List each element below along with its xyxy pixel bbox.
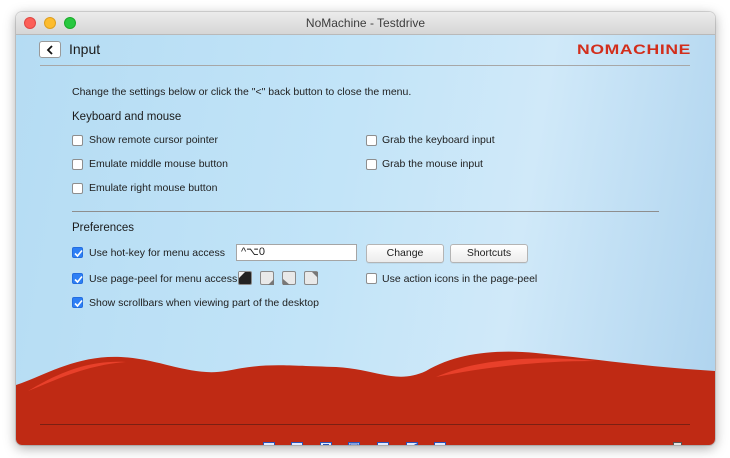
scrollbars-checkbox[interactable]: [72, 297, 83, 308]
grab-mouse-label: Grab the mouse input: [382, 158, 483, 170]
show-remote-cursor-checkbox[interactable]: [72, 135, 83, 146]
keyboard-mouse-heading: Keyboard and mouse: [72, 111, 182, 123]
page-peel-top-left-icon: [239, 272, 245, 278]
checkmark-icon: [74, 299, 83, 308]
page-peel-bottom-right-icon: [268, 279, 274, 285]
resize-icon[interactable]: [348, 442, 360, 445]
pagepeel-checkbox[interactable]: [72, 273, 83, 284]
settings-display-icon[interactable]: [434, 442, 448, 445]
display-all-icon[interactable]: [263, 442, 275, 445]
action-icons-label: Use action icons in the page-peel: [382, 273, 538, 285]
peel-top-left-option[interactable]: [238, 271, 252, 285]
title-bar: NoMachine - Testdrive: [16, 12, 715, 35]
toolbar-divider: [40, 424, 690, 425]
input-settings-panel: Input NOMACHINE Change the settings belo…: [16, 35, 715, 445]
checkmark-icon: [74, 249, 83, 258]
grab-keyboard-label: Grab the keyboard input: [382, 134, 495, 146]
preferences-heading: Preferences: [72, 222, 135, 234]
shortcuts-button[interactable]: Shortcuts: [450, 244, 528, 263]
peel-bottom-right-option[interactable]: [260, 271, 274, 285]
peel-bottom-left-option[interactable]: [282, 271, 296, 285]
svg-text:NOMACHINE: NOMACHINE: [577, 42, 691, 56]
section-divider: [72, 211, 659, 212]
scale-icon[interactable]: [320, 442, 332, 445]
page-peel-bottom-left-icon: [283, 279, 290, 285]
scrollbars-label: Show scrollbars when viewing part of the…: [89, 297, 319, 309]
checkmark-icon: [74, 275, 83, 284]
show-remote-cursor-label: Show remote cursor pointer: [89, 134, 218, 146]
chevron-left-icon: [46, 45, 53, 55]
change-button[interactable]: Change: [366, 244, 444, 263]
header-divider: [40, 65, 690, 66]
pagepeel-label: Use page-peel for menu access: [89, 273, 238, 285]
emulate-right-button-checkbox[interactable]: [72, 183, 83, 194]
viewport-icon[interactable]: [406, 442, 418, 445]
emulate-middle-button-checkbox[interactable]: [72, 159, 83, 170]
app-window: NoMachine - Testdrive Input NOMACHINE Ch…: [16, 12, 715, 445]
instructions-text: Change the settings below or click the "…: [72, 86, 412, 98]
page-title: Input: [69, 41, 101, 57]
hotkey-label: Use hot-key for menu access: [89, 247, 225, 259]
grab-keyboard-checkbox[interactable]: [366, 135, 377, 146]
back-button[interactable]: [39, 41, 61, 58]
window-title: NoMachine - Testdrive: [305, 16, 426, 30]
display-toggle-icon[interactable]: [673, 442, 686, 445]
emulate-middle-button-label: Emulate middle mouse button: [89, 158, 228, 170]
grab-mouse-checkbox[interactable]: [366, 159, 377, 170]
nomachine-logo: NOMACHINE: [577, 42, 691, 56]
page-peel-top-right-icon: [312, 272, 318, 278]
hotkey-checkbox[interactable]: [72, 247, 83, 258]
fit-window-icon[interactable]: [291, 442, 303, 445]
fullscreen-icon[interactable]: [377, 442, 389, 445]
action-icons-checkbox[interactable]: [366, 273, 377, 284]
emulate-right-button-label: Emulate right mouse button: [89, 182, 218, 194]
hotkey-field[interactable]: ^⌥0: [236, 244, 357, 261]
peel-top-right-option[interactable]: [304, 271, 318, 285]
